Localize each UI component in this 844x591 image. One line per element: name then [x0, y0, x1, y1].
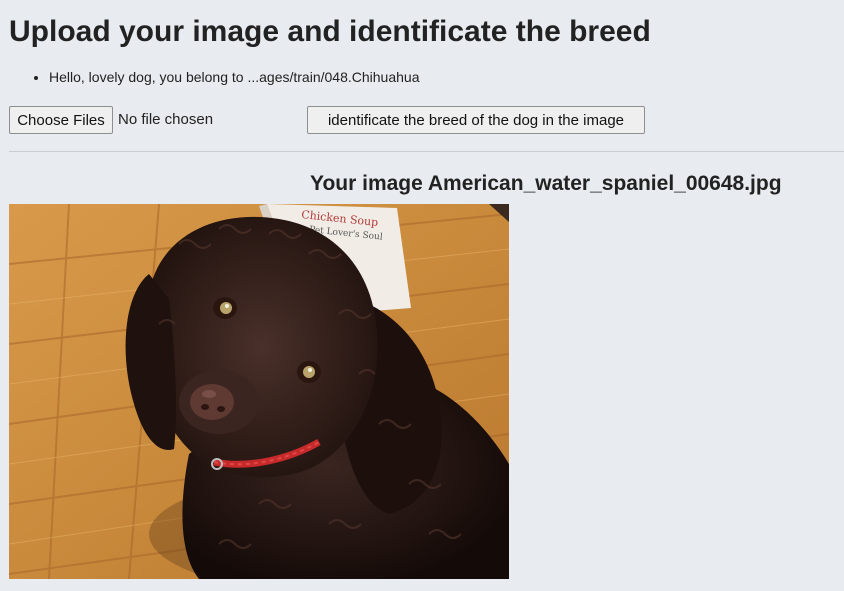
divider — [9, 151, 844, 152]
identify-breed-button[interactable]: identificate the breed of the dog in the… — [307, 106, 645, 134]
result-message: Hello, lovely dog, you belong to ...ages… — [49, 66, 419, 88]
uploaded-dog-photo: Chicken Soup Pet Lover's Soul — [9, 204, 509, 579]
page-title: Upload your image and identificate the b… — [9, 15, 651, 48]
image-caption: Your image American_water_spaniel_00648.… — [310, 172, 782, 195]
result-list: Hello, lovely dog, you belong to ...ages… — [9, 66, 419, 88]
page: Upload your image and identificate the b… — [0, 0, 844, 591]
choose-files-button[interactable]: Choose Files — [9, 106, 113, 134]
file-status-text: No file chosen — [118, 111, 214, 128]
